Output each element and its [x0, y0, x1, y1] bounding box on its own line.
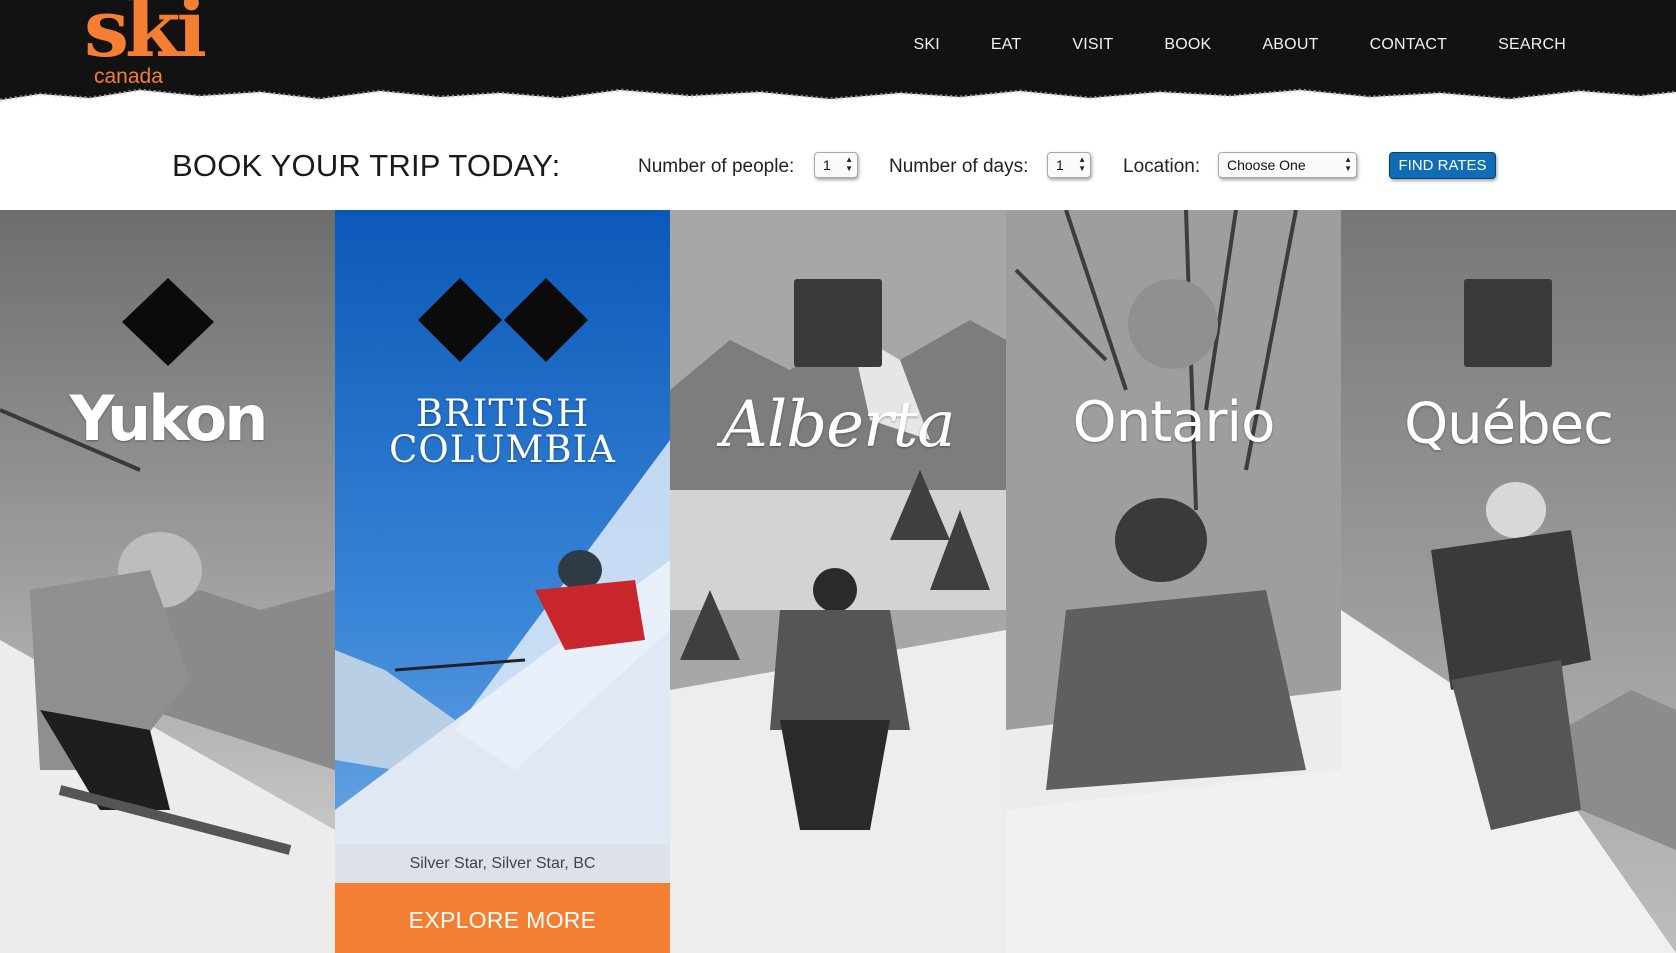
logo-ski-text: ski — [84, 0, 207, 75]
booking-title: BOOK YOUR TRIP TODAY: — [172, 148, 561, 183]
region-panel-yukon[interactable]: Yukon — [0, 210, 335, 953]
dark-square-icon — [794, 279, 882, 367]
region-panel-ontario[interactable]: Ontario — [1006, 210, 1341, 953]
region-panel-alberta[interactable]: Alberta — [670, 210, 1006, 953]
logo-canada-text: canada — [94, 65, 163, 88]
people-value: 1 — [823, 157, 831, 173]
circle-icon — [1128, 279, 1218, 369]
double-black-diamond-icon — [418, 278, 588, 362]
booking-bar: BOOK YOUR TRIP TODAY: Number of people: … — [0, 118, 1676, 210]
site-header: ski canada SKI EAT VISIT BOOK ABOUT CONT… — [0, 0, 1676, 122]
stepper-arrows-icon: ▲ ▼ — [845, 155, 853, 173]
location-value: Choose One — [1227, 157, 1306, 173]
find-rates-button[interactable]: FIND RATES — [1389, 152, 1496, 179]
region-panels: Yukon BRITISH COLUMBIA Silver Star, Silv… — [0, 210, 1676, 953]
nav-visit[interactable]: VISIT — [1072, 36, 1113, 54]
region-panel-quebec[interactable]: Québec — [1341, 210, 1676, 953]
snow-edge-decoration — [0, 88, 1676, 122]
location-select[interactable]: Choose One ▲ ▼ — [1218, 152, 1357, 178]
people-select[interactable]: 1 ▲ ▼ — [814, 152, 858, 178]
region-name-alberta: Alberta — [721, 388, 956, 462]
people-label: Number of people: — [638, 156, 795, 177]
select-arrows-icon: ▲ ▼ — [1344, 155, 1352, 173]
days-label: Number of days: — [889, 156, 1029, 177]
region-name-quebec: Québec — [1404, 392, 1614, 457]
stepper-arrows-icon: ▲ ▼ — [1078, 155, 1086, 173]
nav-about[interactable]: ABOUT — [1262, 36, 1318, 54]
nav-search[interactable]: SEARCH — [1498, 36, 1566, 54]
region-name-british-columbia: BRITISH COLUMBIA — [335, 392, 670, 471]
nav-book[interactable]: BOOK — [1164, 36, 1211, 54]
region-panel-british-columbia[interactable]: BRITISH COLUMBIA Silver Star, Silver Sta… — [335, 210, 670, 953]
region-name-yukon: Yukon — [69, 382, 269, 455]
nav-contact[interactable]: CONTACT — [1370, 36, 1448, 54]
photo-caption: Silver Star, Silver Star, BC — [335, 844, 670, 883]
nav-ski[interactable]: SKI — [913, 36, 939, 54]
region-name-line2: COLUMBIA — [389, 428, 616, 471]
region-name-ontario: Ontario — [1072, 390, 1276, 455]
days-value: 1 — [1056, 157, 1064, 173]
days-select[interactable]: 1 ▲ ▼ — [1047, 152, 1091, 178]
location-label: Location: — [1123, 156, 1201, 177]
dark-square-icon — [1464, 279, 1552, 367]
black-diamond-icon — [122, 278, 214, 366]
nav-eat[interactable]: EAT — [991, 36, 1022, 54]
region-name-line1: BRITISH — [415, 392, 590, 435]
ski-canada-logo[interactable]: ski canada — [84, 0, 214, 90]
main-nav: SKI EAT VISIT BOOK ABOUT CONTACT SEARCH — [862, 36, 1566, 54]
explore-more-button[interactable]: EXPLORE MORE — [335, 883, 670, 953]
